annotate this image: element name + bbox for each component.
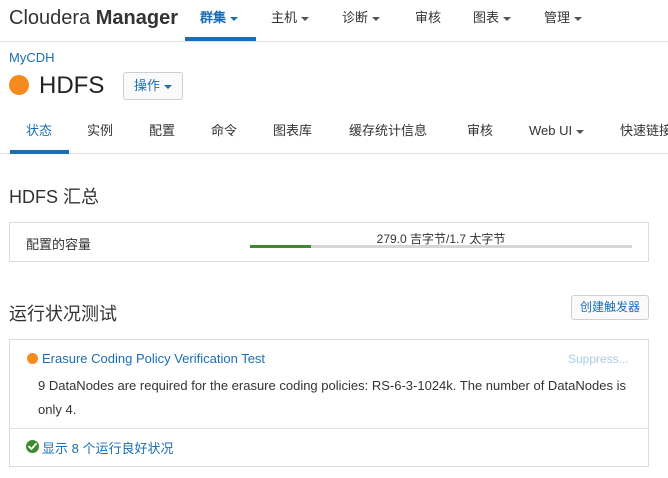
nav-charts[interactable]: 图表 xyxy=(473,0,512,42)
nav-audits[interactable]: 审核 xyxy=(415,0,441,42)
tab-configuration[interactable]: 配置 xyxy=(149,112,175,152)
chevron-down-icon xyxy=(574,16,583,21)
nav-administration[interactable]: 管理 xyxy=(544,0,583,42)
top-navbar: Cloudera Manager 群集 主机 诊断 审核 图表 管理 xyxy=(0,0,668,42)
summary-panel: 配置的容量 279.0 吉字节/1.7 太字节 xyxy=(9,222,649,262)
capacity-bar-fill xyxy=(250,245,312,248)
nav-hosts[interactable]: 主机 xyxy=(271,0,310,42)
health-tests-heading: 运行状况测试 xyxy=(9,304,117,324)
warning-status-icon xyxy=(27,353,38,364)
capacity-bar xyxy=(250,245,632,248)
chevron-down-icon xyxy=(576,129,585,134)
health-test-description: 9 DataNodes are required for the erasure… xyxy=(38,378,626,417)
capacity-label: 配置的容量 xyxy=(26,237,92,252)
health-tests-panel: Erasure Coding Policy Verification Test … xyxy=(9,339,649,467)
actions-button[interactable]: 操作 xyxy=(123,72,183,100)
tab-instances[interactable]: 实例 xyxy=(87,112,113,152)
create-trigger-button[interactable]: 创建触发器 xyxy=(571,295,649,320)
chevron-down-icon xyxy=(230,16,239,21)
chevron-down-icon xyxy=(164,84,172,89)
tab-chart-library[interactable]: 图表库 xyxy=(273,112,312,152)
chevron-down-icon xyxy=(372,16,381,21)
nav-clusters[interactable]: 群集 xyxy=(200,0,239,42)
service-status-icon xyxy=(9,75,29,95)
tab-quick-links[interactable]: 快速链接 xyxy=(620,112,668,152)
brand-name-light: Cloudera xyxy=(9,7,91,29)
health-test-link[interactable]: Erasure Coding Policy Verification Test xyxy=(42,351,265,366)
tab-active-indicator xyxy=(10,150,69,154)
breadcrumb-cluster-link[interactable]: MyCDH xyxy=(9,50,55,65)
chevron-down-icon xyxy=(301,16,310,21)
tab-commands[interactable]: 命令 xyxy=(211,112,237,152)
page-title: HDFS xyxy=(39,72,105,99)
brand-name-bold: Manager xyxy=(95,7,178,29)
brand-logo[interactable]: Cloudera Manager xyxy=(9,7,178,30)
nav-active-indicator xyxy=(185,37,256,41)
chevron-down-icon xyxy=(503,16,512,21)
tab-audits[interactable]: 审核 xyxy=(467,112,493,152)
divider xyxy=(10,428,648,429)
tab-status[interactable]: 状态 xyxy=(26,112,52,152)
service-tabs: 状态 实例 配置 命令 图表库 缓存统计信息 审核 Web UI 快速链接 xyxy=(0,112,668,154)
nav-diagnostics[interactable]: 诊断 xyxy=(342,0,381,42)
tab-cache-statistics[interactable]: 缓存统计信息 xyxy=(349,112,427,152)
summary-heading: HDFS 汇总 xyxy=(9,187,99,207)
check-circle-icon xyxy=(26,440,39,453)
show-good-health-link[interactable]: 显示 8 个运行良好状况 xyxy=(42,438,173,457)
suppress-link[interactable]: Suppress... xyxy=(568,352,629,366)
tab-web-ui[interactable]: Web UI xyxy=(529,112,585,152)
